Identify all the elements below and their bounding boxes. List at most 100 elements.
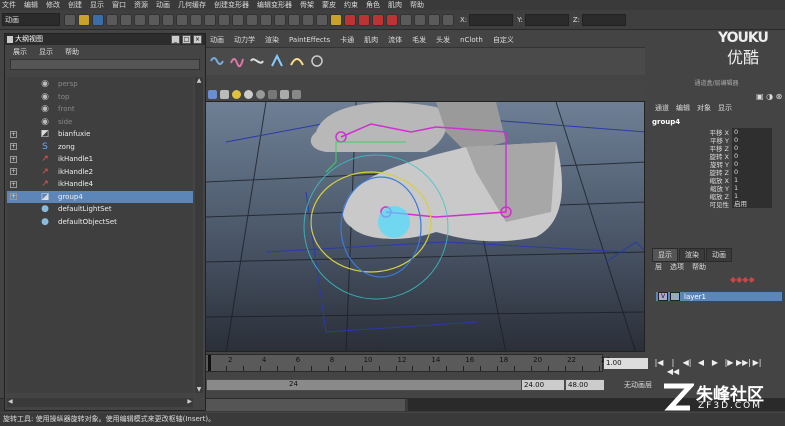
menu-item[interactable]: 资源 xyxy=(134,0,148,10)
shelf-tab[interactable]: 头发 xyxy=(431,34,455,47)
playback-button[interactable]: |◀◀ xyxy=(666,358,680,376)
menu-item[interactable]: 动画 xyxy=(156,0,170,10)
layer-editor-menu-item[interactable]: 层 xyxy=(655,262,662,272)
shelf-tab[interactable]: 动画 xyxy=(205,34,229,47)
attribute-value[interactable]: 0 xyxy=(732,136,772,144)
playback-button[interactable]: ▶▶| xyxy=(736,358,751,376)
render-settings-icon[interactable] xyxy=(386,13,398,26)
outliner-menu-item[interactable]: 帮助 xyxy=(65,47,79,57)
maximize-button[interactable]: □ xyxy=(182,35,191,44)
new-layer-icons[interactable]: ◆◆◆◆ xyxy=(730,275,755,284)
mask-deformers-icon[interactable] xyxy=(204,13,216,26)
mask-render-icon[interactable] xyxy=(232,13,244,26)
layer-editor-tab[interactable]: 动画 xyxy=(706,248,732,262)
layer-row[interactable]: V layer1 xyxy=(655,291,783,302)
menu-item[interactable]: 文件 xyxy=(2,0,16,10)
shelf-tab[interactable]: 自定义 xyxy=(488,34,519,47)
smooth-icon[interactable] xyxy=(292,89,301,99)
outliner-item[interactable]: ● defaultObjectSet xyxy=(7,216,193,228)
attribute-value[interactable]: 启用 xyxy=(732,200,772,208)
shelf-tab[interactable]: 流体 xyxy=(383,34,407,47)
x-field[interactable] xyxy=(469,13,514,26)
select-component-icon[interactable] xyxy=(134,13,146,26)
menu-item[interactable]: 编辑 xyxy=(24,0,38,10)
playback-button[interactable]: ▶| xyxy=(750,358,764,376)
outliner-item[interactable]: ◉ persp xyxy=(7,78,193,90)
playback-button[interactable]: ▶ xyxy=(708,358,722,376)
layer-visibility-toggle[interactable]: V xyxy=(658,292,668,301)
menu-item[interactable]: 窗口 xyxy=(112,0,126,10)
new-scene-icon[interactable] xyxy=(64,13,76,26)
snap-grid-icon[interactable] xyxy=(260,13,272,26)
light-icon[interactable] xyxy=(232,89,241,99)
current-frame-field[interactable]: 1.00 xyxy=(604,358,648,369)
menu-item[interactable]: 帮助 xyxy=(410,0,424,10)
end-time-field[interactable]: 24.00 xyxy=(522,380,564,390)
channel-box-toggle-icon[interactable]: ▣ ◑ ⊗ xyxy=(756,92,782,101)
layer-editor-menu-item[interactable]: 帮助 xyxy=(692,262,706,272)
shelf-tab[interactable]: 肌肉 xyxy=(359,34,383,47)
outliner-item[interactable]: + Szong xyxy=(7,141,193,153)
scroll-right-icon[interactable]: ▶ xyxy=(187,398,192,405)
xray-icon[interactable] xyxy=(268,89,277,99)
snap-point-icon[interactable] xyxy=(288,13,300,26)
select-hierarchy-icon[interactable] xyxy=(106,13,118,26)
wrap-icon[interactable] xyxy=(309,53,325,69)
snap-plane-icon[interactable] xyxy=(302,13,314,26)
anim-layer-selector[interactable]: 无动画层 xyxy=(624,380,652,390)
layer-color-swatch[interactable] xyxy=(670,292,680,301)
twist-icon[interactable] xyxy=(269,53,285,69)
mask-dynamics-icon[interactable] xyxy=(218,13,230,26)
channel-box-menu-item[interactable]: 编辑 xyxy=(676,103,690,115)
menu-set-selector[interactable]: 动画 xyxy=(2,13,60,26)
expand-icon[interactable]: + xyxy=(10,168,17,175)
wire-icon[interactable] xyxy=(289,53,305,69)
shelf-tab[interactable]: 渲染 xyxy=(260,34,284,47)
attribute-value[interactable]: 1 xyxy=(732,184,772,192)
snap-curve-icon[interactable] xyxy=(274,13,286,26)
mask-surfaces-icon[interactable] xyxy=(190,13,202,26)
menu-item[interactable]: 肌肉 xyxy=(388,0,402,10)
camera-select-icon[interactable] xyxy=(428,13,440,26)
channel-box-menu-item[interactable]: 显示 xyxy=(718,103,732,115)
render-frame-icon[interactable] xyxy=(358,13,370,26)
make-live-icon[interactable] xyxy=(316,13,328,26)
attribute-value[interactable]: 1 xyxy=(732,176,772,184)
layer-editor-menu-item[interactable]: 选项 xyxy=(670,262,684,272)
layer-editor-tab[interactable]: 渲染 xyxy=(679,248,705,262)
menu-item[interactable]: 蒙皮 xyxy=(322,0,336,10)
playback-button[interactable]: ◀ xyxy=(694,358,708,376)
menu-item[interactable]: 几何缓存 xyxy=(178,0,206,10)
shelf-tab[interactable]: nCloth xyxy=(455,34,488,47)
lock-icon[interactable] xyxy=(330,13,342,26)
expand-icon[interactable]: + xyxy=(10,193,17,200)
wave-icon[interactable] xyxy=(249,53,265,69)
scroll-up-icon[interactable]: ▲ xyxy=(195,77,203,84)
menu-item[interactable]: 创建变形器 xyxy=(214,0,249,10)
outliner-item[interactable]: ◉ front xyxy=(7,103,193,115)
playback-button[interactable]: |◀ xyxy=(652,358,666,376)
range-slider-bar[interactable]: 24 xyxy=(207,380,521,390)
attribute-value[interactable]: 0 xyxy=(732,128,772,136)
save-scene-icon[interactable] xyxy=(92,13,104,26)
y-field[interactable] xyxy=(524,13,569,26)
playback-button[interactable]: |▶ xyxy=(722,358,736,376)
max-time-field[interactable]: 48.00 xyxy=(566,380,604,390)
outliner-vertical-scrollbar[interactable]: ▲ ▼ xyxy=(195,77,203,393)
channel-toggle-icon[interactable] xyxy=(442,13,454,26)
channel-box-menu-item[interactable]: 对象 xyxy=(697,103,711,115)
mask-icon[interactable] xyxy=(148,13,160,26)
z-field[interactable] xyxy=(582,13,627,26)
sine-icon[interactable] xyxy=(229,53,245,69)
outliner-item[interactable]: + ◪ group4 xyxy=(7,190,193,203)
command-input[interactable] xyxy=(205,399,405,411)
menu-item[interactable]: 约束 xyxy=(344,0,358,10)
ipr-render-icon[interactable] xyxy=(372,13,384,26)
outliner-item[interactable]: ◉ top xyxy=(7,91,193,103)
time-slider[interactable]: 24681012141618202224 xyxy=(205,354,610,372)
shelf-tab[interactable]: 动力学 xyxy=(229,34,260,47)
grid-icon[interactable] xyxy=(220,89,229,99)
history-icon[interactable] xyxy=(344,13,356,26)
channel-box-menu-item[interactable]: 通道 xyxy=(655,103,669,115)
close-button[interactable]: × xyxy=(193,35,202,44)
